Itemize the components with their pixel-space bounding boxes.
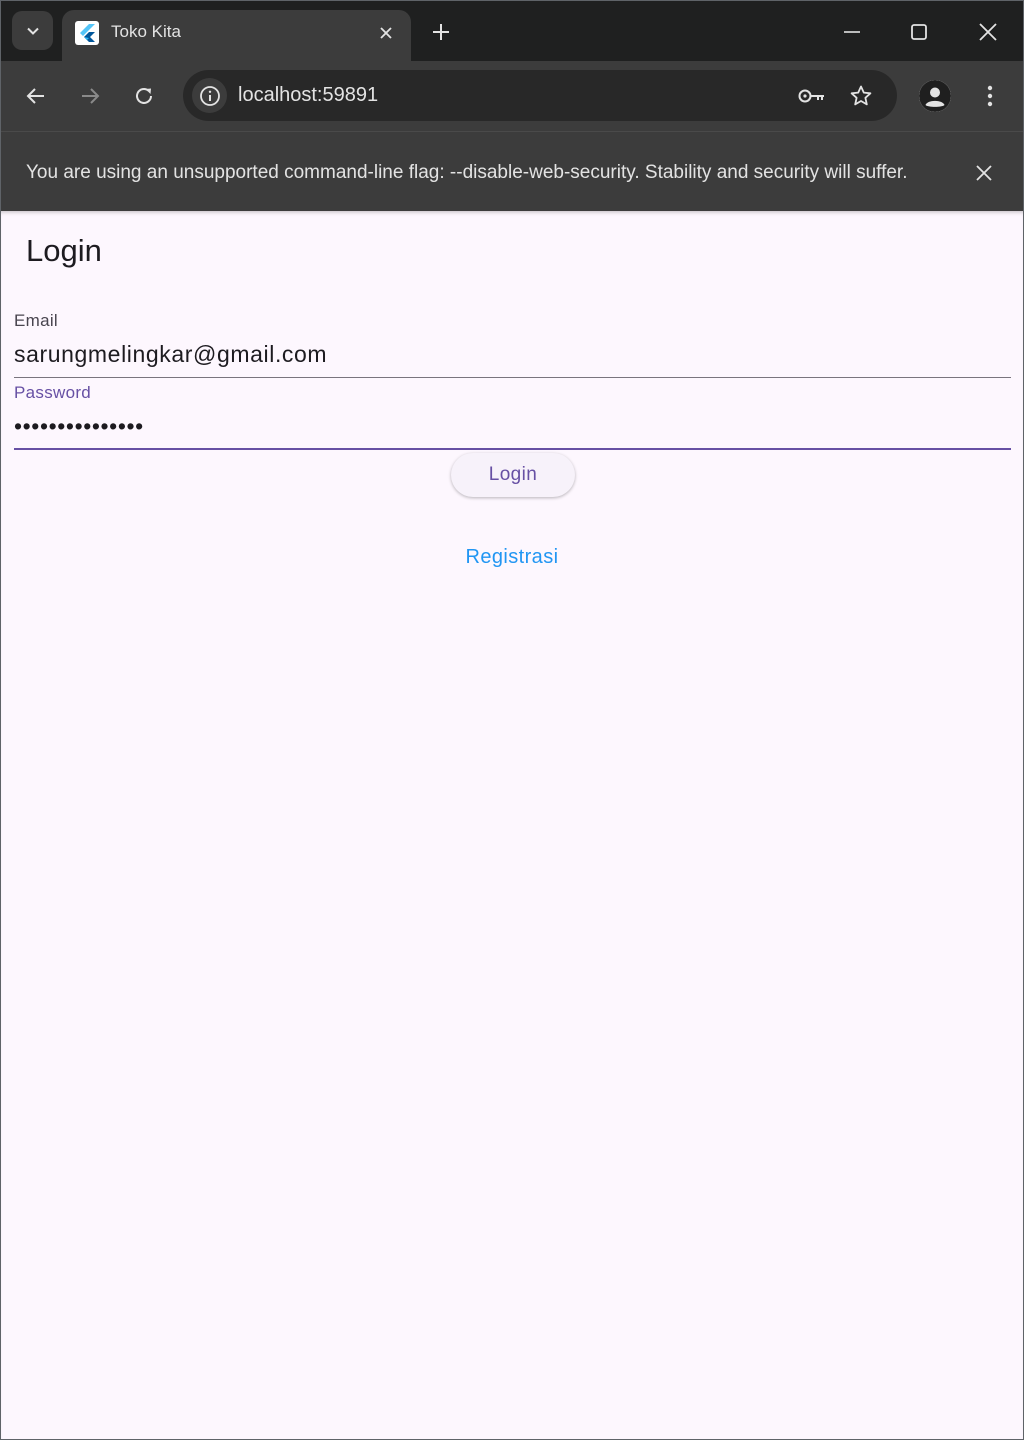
infobar-close-button[interactable] — [971, 160, 997, 186]
back-button[interactable] — [19, 79, 53, 113]
email-input[interactable] — [14, 340, 1011, 368]
infobar-message: You are using an unsupported command-lin… — [26, 162, 908, 183]
tab-search-button[interactable] — [12, 11, 53, 50]
tab-strip: Toko Kita — [1, 1, 1023, 61]
login-button[interactable]: Login — [451, 453, 575, 497]
key-icon — [798, 89, 824, 103]
browser-window: Toko Kita localhost:59891 You are using … — [0, 0, 1024, 1440]
bookmark-button[interactable] — [847, 82, 875, 110]
profile-avatar-button[interactable] — [919, 80, 951, 112]
browser-toolbar: localhost:59891 — [1, 61, 1023, 131]
maximize-button[interactable] — [902, 15, 936, 49]
close-icon — [979, 23, 997, 41]
tab-toko-kita[interactable]: Toko Kita — [62, 10, 411, 61]
more-vertical-icon — [987, 85, 993, 107]
tab-close-button[interactable] — [375, 22, 397, 44]
star-icon — [850, 85, 872, 106]
site-info-button[interactable] — [192, 78, 227, 113]
reload-button[interactable] — [127, 79, 161, 113]
arrow-right-icon — [82, 88, 100, 104]
person-icon — [919, 80, 951, 112]
tab-title: Toko Kita — [111, 22, 181, 41]
url-text[interactable]: localhost:59891 — [238, 84, 378, 107]
plus-icon — [433, 24, 449, 40]
password-underline — [14, 448, 1011, 450]
email-label: Email — [14, 311, 59, 330]
minimize-button[interactable] — [835, 15, 869, 49]
reload-icon — [136, 87, 152, 104]
maximize-icon — [911, 24, 927, 40]
unsupported-flag-infobar: You are using an unsupported command-lin… — [1, 131, 1023, 211]
address-bar[interactable]: localhost:59891 — [183, 70, 897, 121]
flutter-logo-icon — [75, 21, 99, 45]
password-field: Password — [14, 383, 1011, 450]
info-icon — [199, 85, 220, 106]
new-tab-button[interactable] — [427, 18, 455, 46]
close-icon — [380, 27, 392, 39]
password-label: Password — [14, 383, 92, 402]
close-icon — [976, 165, 992, 181]
page-title: Login — [26, 233, 102, 268]
password-input[interactable] — [14, 412, 1011, 440]
page-content: Login Email Password Login Registrasi — [1, 211, 1023, 1439]
register-link-row: Registrasi — [1, 546, 1023, 569]
chevron-down-icon — [26, 27, 39, 35]
minimize-icon — [844, 31, 860, 33]
forward-button[interactable] — [73, 79, 107, 113]
arrow-left-icon — [26, 88, 44, 104]
email-field: Email — [14, 311, 1011, 378]
password-key-button[interactable] — [798, 82, 826, 110]
browser-menu-button[interactable] — [975, 79, 1005, 113]
email-underline — [14, 377, 1011, 378]
register-link[interactable]: Registrasi — [466, 546, 559, 568]
window-close-button[interactable] — [971, 15, 1005, 49]
